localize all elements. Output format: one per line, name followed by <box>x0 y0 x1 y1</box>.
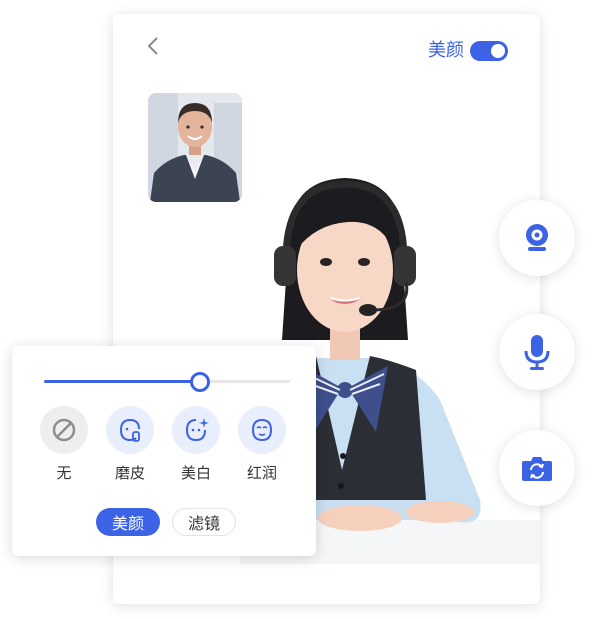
rosy-icon <box>251 418 273 442</box>
option-label: 无 <box>56 464 72 482</box>
beauty-slider-thumb[interactable] <box>189 372 210 392</box>
panel-tabs: 美颜 滤镜 <box>96 508 236 536</box>
microphone-button[interactable] <box>499 314 575 390</box>
whitening-icon <box>185 418 209 442</box>
none-icon <box>52 418 76 442</box>
smooth-skin-icon <box>119 419 140 442</box>
chevron-left-icon <box>147 37 158 55</box>
beauty-slider-fill <box>44 380 199 383</box>
remote-person-image <box>148 93 242 202</box>
beauty-options: 无 磨皮 美白 红润 <box>40 406 286 483</box>
remote-video-thumbnail[interactable] <box>148 93 242 202</box>
option-label: 磨皮 <box>114 464 145 482</box>
tab-filter[interactable]: 滤镜 <box>172 508 236 536</box>
beauty-switch[interactable] <box>470 41 508 61</box>
beauty-toggle[interactable]: 美颜 <box>428 38 508 64</box>
camera-icon <box>526 224 548 251</box>
switch-camera-icon <box>522 457 552 481</box>
option-label: 红润 <box>246 464 277 482</box>
option-label: 美白 <box>180 464 211 482</box>
option-none[interactable]: 无 <box>40 406 88 483</box>
option-whitening[interactable]: 美白 <box>172 406 220 483</box>
beauty-label: 美颜 <box>428 40 464 61</box>
back-button[interactable] <box>143 34 163 58</box>
option-smooth-skin[interactable]: 磨皮 <box>106 406 154 483</box>
tab-beauty[interactable]: 美颜 <box>96 508 160 536</box>
camera-button[interactable] <box>499 200 575 276</box>
microphone-icon <box>524 335 550 370</box>
switch-camera-button[interactable] <box>499 430 575 506</box>
option-rosy[interactable]: 红润 <box>238 406 286 483</box>
beauty-panel: 无 磨皮 美白 红润 美颜 滤镜 <box>12 346 316 556</box>
beauty-slider[interactable] <box>44 372 290 392</box>
